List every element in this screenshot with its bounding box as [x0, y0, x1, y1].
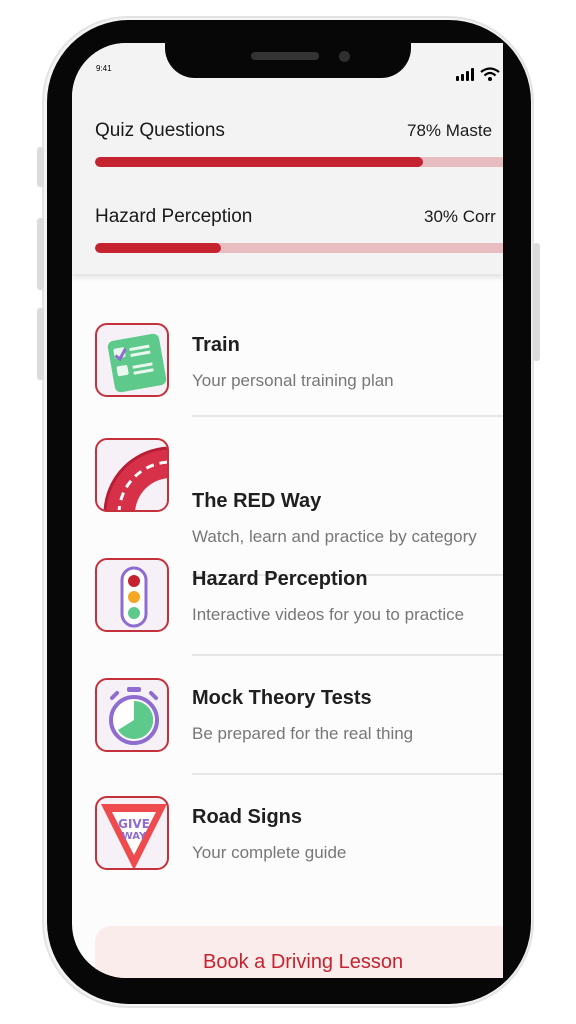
book-lesson-label: Book a Driving Lesson — [203, 951, 404, 973]
quiz-progress-fill — [95, 157, 423, 167]
power-button — [533, 243, 540, 361]
menu-item-subtitle: Interactive videos for you to practice — [192, 605, 465, 624]
menu-item-hazard-perception[interactable]: Hazard Perception Interactive videos for… — [72, 544, 503, 664]
give-way-sign-icon: GIVE WAY — [95, 796, 169, 870]
svg-text:GIVE: GIVE — [118, 817, 150, 831]
menu-item-mock-theory-tests[interactable]: Mock Theory Tests Be prepared for the re… — [72, 664, 503, 784]
checklist-icon — [95, 323, 169, 397]
menu-item-train[interactable]: Train Your personal training plan — [72, 305, 503, 425]
menu-item-subtitle: Be prepared for the real thing — [192, 724, 414, 743]
divider — [192, 415, 503, 417]
hazard-progress-bar — [95, 243, 503, 253]
quiz-progress-bar — [95, 157, 503, 167]
book-lesson-button[interactable]: Book a Driving Lesson — [95, 926, 503, 978]
hazard-progress-fill — [95, 243, 221, 253]
hazard-progress-label: Hazard Perception — [95, 206, 253, 227]
traffic-light-icon — [95, 558, 169, 632]
menu-item-title: Road Signs — [192, 806, 303, 828]
wifi-icon — [480, 67, 500, 81]
speaker — [251, 52, 319, 60]
menu-item-subtitle: Your complete guide — [192, 843, 347, 862]
menu-item-subtitle: Your personal training plan — [192, 371, 394, 390]
menu-item-red-way[interactable]: The RED Way Watch, learn and practice by… — [72, 424, 503, 576]
menu-item-title: The RED Way — [192, 490, 322, 512]
menu-item-title: Hazard Perception — [192, 568, 368, 590]
notch — [165, 20, 411, 78]
quiz-progress-label: Quiz Questions — [95, 120, 225, 141]
divider — [192, 654, 503, 656]
road-icon — [95, 438, 169, 512]
app-screen: 9:41 Quiz Questions 78% Maste Hazard Per… — [72, 43, 503, 978]
menu-item-title: Mock Theory Tests — [192, 687, 372, 709]
camera — [339, 51, 350, 62]
signal-icon — [456, 76, 459, 81]
menu-item-road-signs[interactable]: GIVE WAY Road Signs Your complete guide — [72, 783, 503, 903]
status-icons — [456, 67, 503, 81]
menu-item-title: Train — [192, 334, 240, 356]
quiz-progress-value: 78% Maste — [407, 121, 493, 140]
divider — [192, 773, 503, 775]
status-time: 9:41 — [96, 64, 112, 73]
side-button — [37, 147, 44, 187]
svg-text:WAY: WAY — [122, 831, 147, 842]
volume-down-button — [37, 308, 44, 380]
stopwatch-icon — [95, 678, 169, 752]
hazard-progress-value: 30% Corr — [424, 207, 496, 226]
volume-up-button — [37, 218, 44, 290]
